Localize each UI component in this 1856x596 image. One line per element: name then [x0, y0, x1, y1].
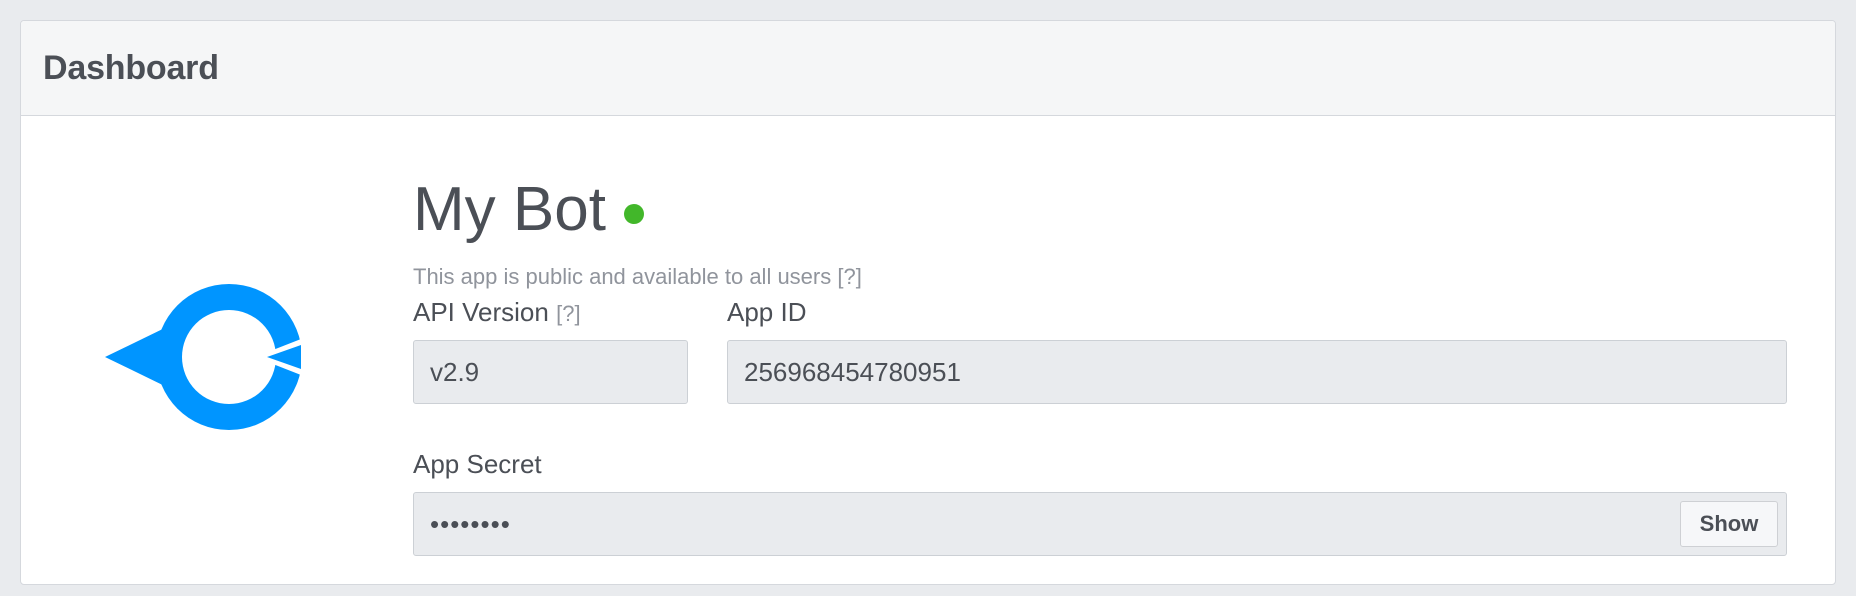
- messenger-bot-icon: [105, 277, 302, 437]
- app-name-row: My Bot: [413, 179, 644, 241]
- app-secret-label: App Secret: [413, 449, 542, 479]
- app-id-label: App ID: [727, 297, 807, 327]
- dashboard-panel: Dashboard My Bot This app is public and …: [20, 20, 1836, 585]
- status-dot-icon: [623, 204, 644, 224]
- panel-title: Dashboard: [43, 48, 219, 87]
- panel-header: Dashboard: [21, 21, 1835, 116]
- show-secret-button[interactable]: Show: [1680, 501, 1778, 547]
- api-version-help-link[interactable]: [?]: [556, 301, 580, 326]
- api-version-label: API Version [?]: [413, 297, 581, 328]
- app-id-value: 256968454780951: [744, 356, 961, 387]
- app-name: My Bot: [413, 175, 606, 244]
- api-version-field[interactable]: v2.9: [413, 340, 688, 404]
- app-id-field[interactable]: 256968454780951: [727, 340, 1787, 404]
- app-secret-field[interactable]: •••••••• Show: [413, 492, 1787, 556]
- app-secret-value: ••••••••: [430, 508, 511, 539]
- app-visibility-description: This app is public and available to all …: [413, 264, 862, 289]
- api-version-label-text: API Version: [413, 297, 549, 327]
- api-version-value: v2.9: [430, 356, 480, 387]
